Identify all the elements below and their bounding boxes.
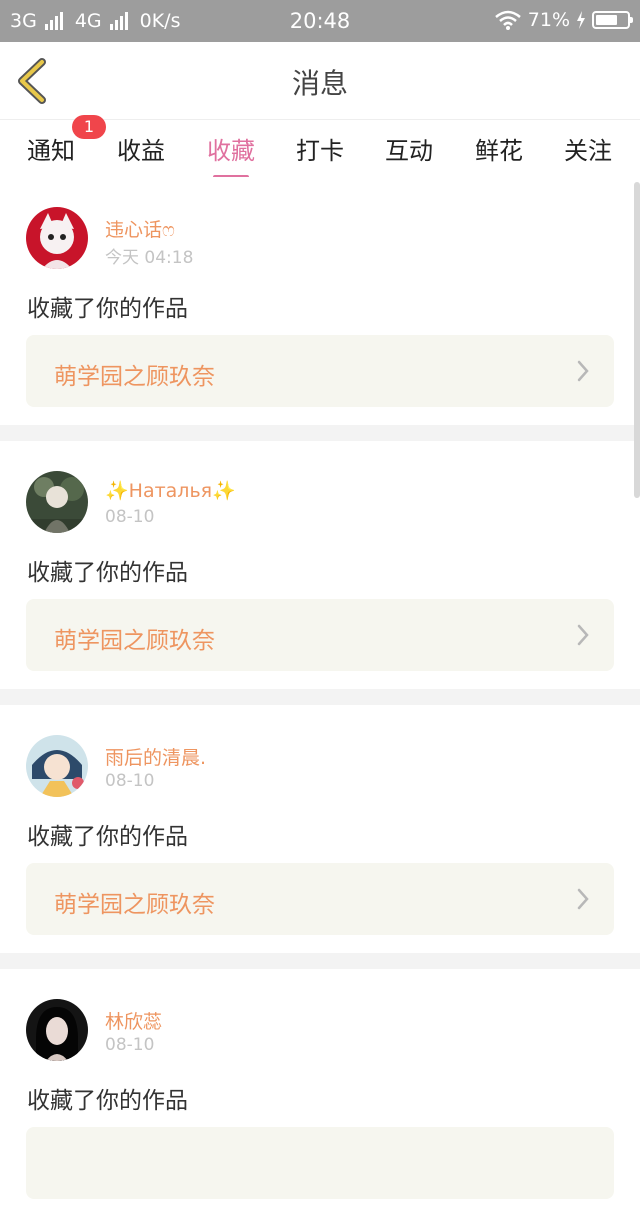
tab-checkin[interactable]: 打卡 bbox=[280, 131, 360, 166]
tab-favorites[interactable]: 收藏 bbox=[191, 131, 271, 179]
tab-label: 收益 bbox=[117, 137, 165, 165]
tab-label: 打卡 bbox=[296, 137, 344, 165]
battery-percent: 71% bbox=[527, 9, 570, 31]
divider bbox=[0, 689, 640, 705]
username[interactable]: ✨Наталья✨ bbox=[105, 479, 236, 502]
chevron-right-icon bbox=[577, 624, 589, 646]
avatar[interactable] bbox=[26, 471, 88, 533]
chevron-right-icon bbox=[577, 888, 589, 910]
timestamp: 08-10 bbox=[105, 771, 155, 791]
tab-follows[interactable]: 关注 bbox=[548, 131, 628, 166]
tab-label: 关注 bbox=[564, 137, 612, 165]
battery-level bbox=[596, 15, 618, 25]
message-text: 收藏了你的作品 bbox=[27, 560, 188, 586]
message-text: 收藏了你的作品 bbox=[27, 1088, 188, 1114]
list-item: 雨后的清晨. 08-10 收藏了你的作品 萌学园之顾玖奈 bbox=[0, 705, 640, 953]
username[interactable]: 林欣蕊 bbox=[105, 1007, 162, 1034]
scrollbar[interactable] bbox=[634, 182, 640, 498]
list-item: 林欣蕊 08-10 收藏了你的作品 bbox=[0, 969, 640, 1217]
avatar[interactable] bbox=[26, 735, 88, 797]
divider bbox=[0, 425, 640, 441]
tab-interaction[interactable]: 互动 bbox=[369, 131, 449, 166]
work-card[interactable]: 萌学园之顾玖奈 bbox=[26, 599, 614, 671]
charging-icon bbox=[577, 11, 585, 29]
tab-flowers[interactable]: 鲜花 bbox=[459, 131, 539, 166]
list-item: 违心话ෆ 今天 04:18 收藏了你的作品 萌学园之顾玖奈 bbox=[0, 177, 640, 425]
message-text: 收藏了你的作品 bbox=[27, 296, 188, 322]
work-title: 萌学园之顾玖奈 bbox=[54, 892, 215, 918]
wifi-icon bbox=[494, 10, 521, 30]
list-item: ✨Наталья✨ 08-10 收藏了你的作品 萌学园之顾玖奈 bbox=[0, 441, 640, 689]
tab-label: 收藏 bbox=[207, 137, 255, 165]
tab-label: 鲜花 bbox=[475, 137, 523, 165]
status-bar: 3G 4G 0K/s 20:48 71% bbox=[0, 0, 640, 42]
timestamp: 今天 04:18 bbox=[105, 248, 194, 268]
divider bbox=[0, 953, 640, 969]
timestamp: 08-10 bbox=[105, 507, 155, 527]
battery-icon bbox=[592, 11, 633, 29]
avatar[interactable] bbox=[26, 999, 88, 1061]
message-text: 收藏了你的作品 bbox=[27, 824, 188, 850]
work-title: 萌学园之顾玖奈 bbox=[54, 364, 215, 390]
avatar[interactable] bbox=[26, 207, 88, 269]
work-title: 萌学园之顾玖奈 bbox=[54, 628, 215, 654]
tab-label: 互动 bbox=[385, 137, 433, 165]
message-list: 违心话ෆ 今天 04:18 收藏了你的作品 萌学园之顾玖奈 ✨Наталья✨ … bbox=[0, 177, 640, 1217]
tab-earnings[interactable]: 收益 bbox=[101, 131, 181, 166]
page-title: 消息 bbox=[291, 67, 348, 100]
nav-header: 消息 bbox=[0, 42, 640, 120]
tab-bar: 通知 1 收益 收藏 打卡 互动 鲜花 关注 bbox=[0, 115, 640, 179]
username[interactable]: 雨后的清晨. bbox=[105, 743, 206, 770]
work-card[interactable]: 萌学园之顾玖奈 bbox=[26, 335, 614, 407]
username[interactable]: 违心话ෆ bbox=[105, 215, 175, 242]
chevron-right-icon bbox=[577, 360, 589, 382]
work-card[interactable]: 萌学园之顾玖奈 bbox=[26, 863, 614, 935]
tab-label: 通知 bbox=[27, 137, 75, 165]
timestamp: 08-10 bbox=[105, 1035, 155, 1055]
